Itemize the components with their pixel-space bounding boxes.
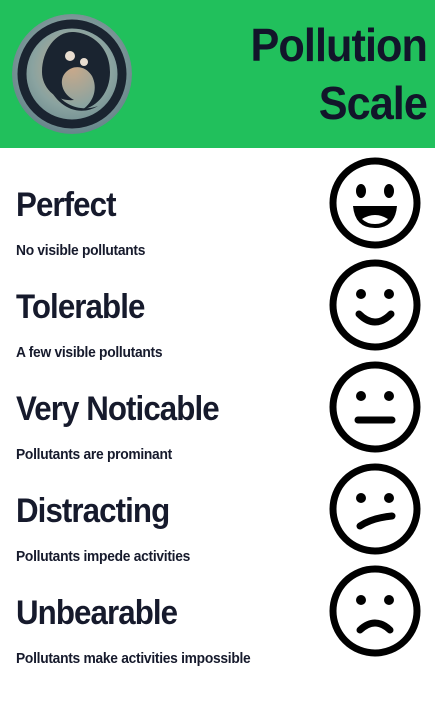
level-name: Very Noticable [16, 390, 220, 428]
water-drop-wave-logo-icon [12, 14, 132, 134]
confused-face-icon [328, 462, 422, 556]
grinning-face-icon [328, 156, 422, 250]
level-tolerable: Tolerable A few visible pollutants [0, 250, 435, 361]
page-title: Pollution Scale [183, 16, 428, 132]
smiling-face-icon [328, 258, 422, 352]
level-description: Pollutants make activities impossible [16, 650, 251, 667]
level-very-noticable: Very Noticable Pollutants are prominant [0, 352, 435, 463]
level-name: Unbearable [16, 594, 178, 632]
title-line-1: Pollution [250, 19, 428, 71]
level-perfect: Perfect No visible pollutants [0, 148, 435, 259]
frowning-face-icon [328, 564, 422, 658]
level-distracting: Distracting Pollutants impede activities [0, 454, 435, 565]
level-name: Distracting [16, 492, 170, 530]
header-banner: Pollution Scale [0, 0, 435, 148]
level-name: Perfect [16, 186, 117, 224]
level-unbearable: Unbearable Pollutants make activities im… [0, 556, 435, 667]
neutral-face-icon [328, 360, 422, 454]
level-name: Tolerable [16, 288, 145, 326]
title-line-2: Scale [318, 77, 428, 129]
